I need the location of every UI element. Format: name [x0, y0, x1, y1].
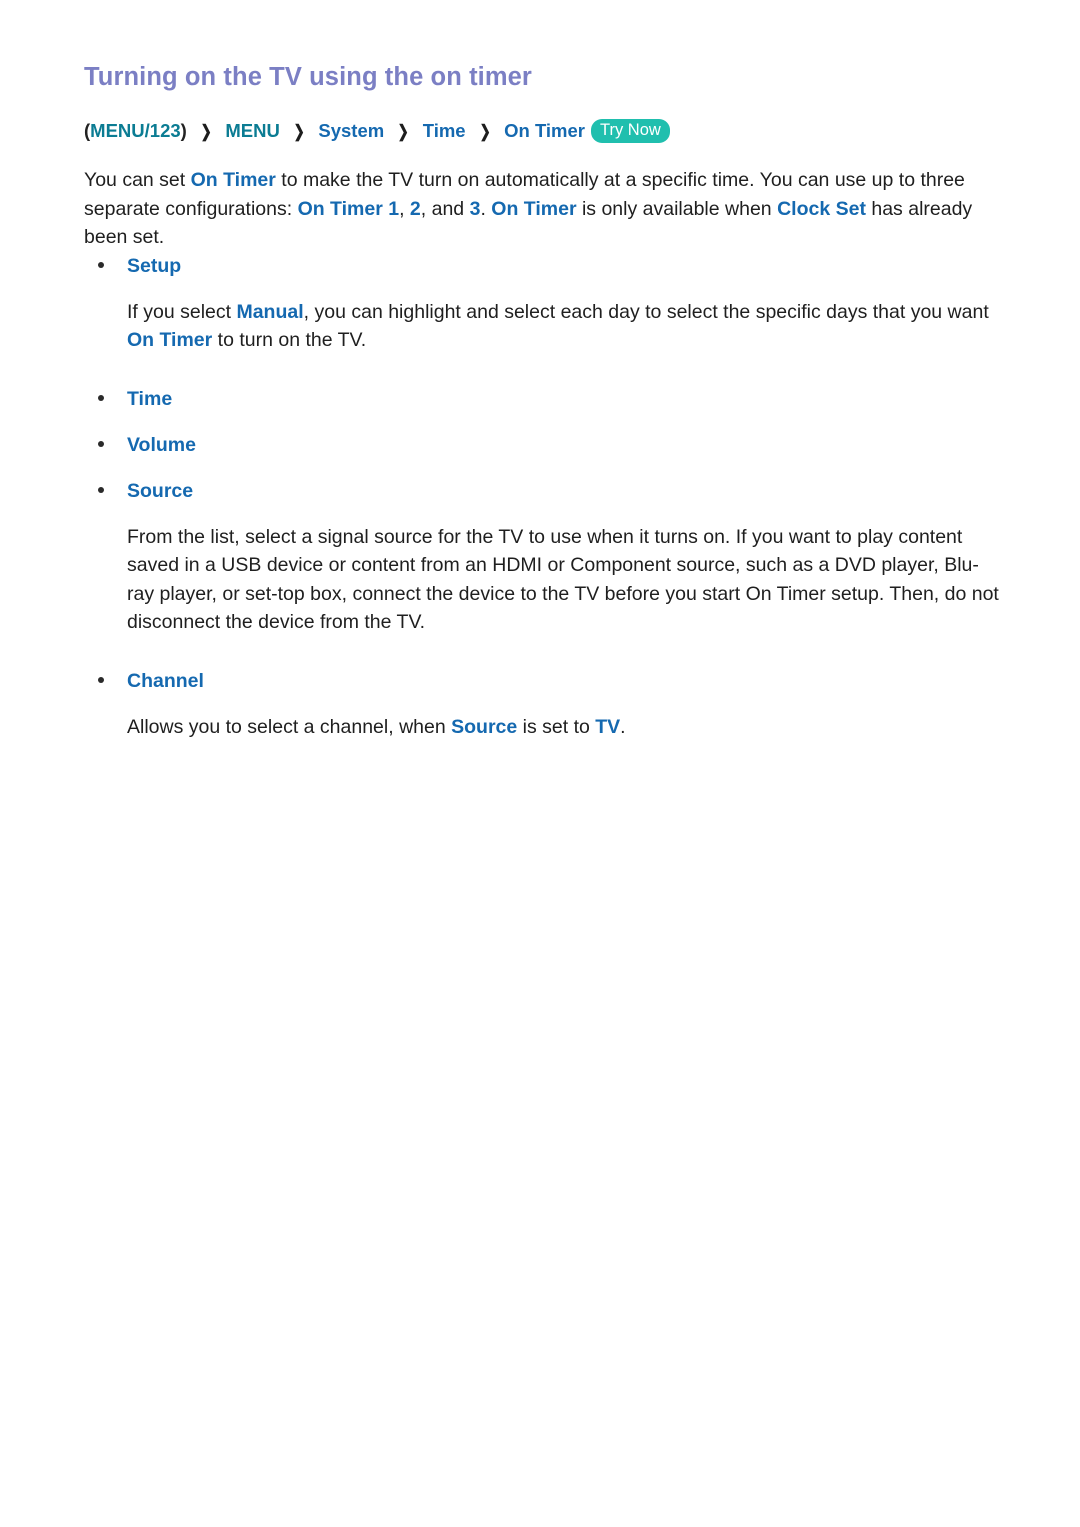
breadcrumb-item-menu123[interactable]: MENU/123 — [90, 120, 180, 141]
list-item-source: Source — [84, 477, 1002, 505]
chevron-right-icon: ❯ — [293, 121, 305, 141]
term-on-timer: On Timer — [190, 169, 276, 192]
list-item-channel: Channel — [84, 667, 1002, 695]
channel-description: Allows you to select a channel, when Sou… — [84, 713, 1002, 742]
channel-text-2: is set to — [517, 715, 596, 738]
lead-paragraph: You can set On Timer to make the TV turn… — [84, 166, 1002, 252]
lead-text-3: , — [399, 197, 410, 220]
setting-label-time: Time — [127, 387, 173, 410]
breadcrumb-item-time[interactable]: Time — [423, 120, 466, 141]
bullet-dot-icon — [98, 261, 104, 268]
term-manual: Manual — [236, 300, 304, 323]
lead-text-4: , and — [420, 197, 470, 220]
term-source: Source — [451, 715, 518, 738]
list-item-time: Time — [84, 385, 1002, 413]
list-item-volume: Volume — [84, 431, 1002, 459]
bullet-dot-icon — [98, 486, 104, 493]
bullet-dot-icon — [98, 394, 104, 401]
list-item-setup: Setup — [84, 252, 1002, 280]
term-on-timer-1: On Timer 1 — [297, 197, 400, 220]
setting-label-source: Source — [127, 479, 194, 502]
setting-label-setup: Setup — [127, 254, 182, 277]
source-description: From the list, select a signal source fo… — [127, 525, 999, 634]
bullet-dot-icon — [98, 440, 104, 447]
setting-label-volume: Volume — [127, 433, 196, 456]
chevron-right-icon: ❯ — [397, 121, 410, 141]
term-on-timer-setup: On Timer — [127, 329, 213, 352]
bullet-dot-icon — [98, 676, 104, 683]
term-clock-set: Clock Set — [777, 197, 866, 220]
breadcrumb-item-system[interactable]: System — [318, 120, 384, 141]
setup-text-1: If you select — [127, 300, 237, 323]
setting-label-channel: Channel — [127, 669, 204, 692]
term-on-timer-again: On Timer — [491, 197, 577, 220]
lead-text-6: is only available when — [576, 197, 778, 220]
chevron-right-icon: ❯ — [479, 121, 491, 141]
term-on-timer-3: 3 — [469, 197, 481, 220]
try-now-badge[interactable]: Try Now — [591, 118, 670, 144]
breadcrumb: (MENU/123) ❯ MENU ❯ System ❯ Time ❯ On T… — [84, 118, 1002, 146]
lead-text-1: You can set — [84, 169, 191, 192]
document-page: Turning on the TV using the on timer (ME… — [0, 0, 1080, 1527]
breadcrumb-item-menu[interactable]: MENU — [225, 120, 279, 141]
term-tv: TV — [595, 715, 621, 738]
setup-description: If you select Manual, you can highlight … — [84, 298, 1002, 355]
breadcrumb-item-on-timer[interactable]: On Timer — [504, 120, 585, 141]
breadcrumb-close-paren: ) — [180, 119, 187, 141]
setup-text-2: , you can highlight and select each day … — [303, 300, 989, 323]
chevron-right-icon: ❯ — [200, 121, 212, 141]
channel-text-1: Allows you to select a channel, when — [127, 715, 452, 738]
page-title: Turning on the TV using the on timer — [84, 63, 532, 91]
settings-list: Setup If you select Manual, you can high… — [84, 252, 1002, 742]
channel-text-3: . — [620, 715, 626, 738]
lead-text-5: . — [480, 197, 492, 220]
setup-text-3: to turn on the TV. — [212, 329, 367, 352]
term-on-timer-2: 2 — [409, 197, 421, 220]
